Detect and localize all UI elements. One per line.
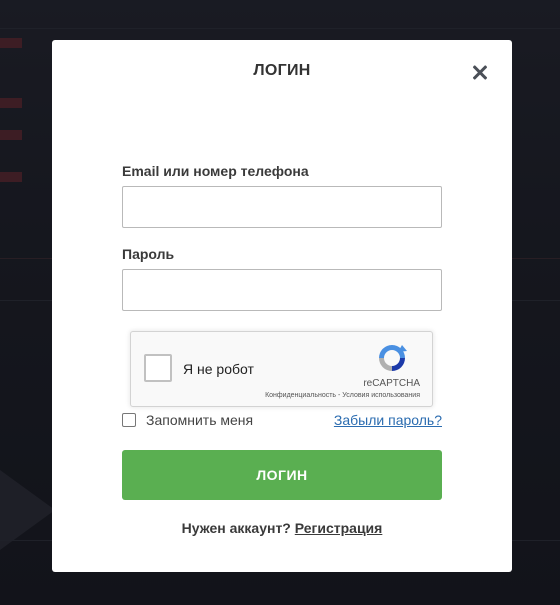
close-icon[interactable] (470, 62, 490, 82)
remember-me-checkbox[interactable] (122, 413, 136, 427)
recaptcha-brand: reCAPTCHA (363, 378, 420, 389)
register-prompt: Нужен аккаунт? Регистрация (52, 520, 512, 536)
recaptcha-terms-link[interactable]: Конфиденциальность - Условия использован… (265, 392, 420, 399)
recaptcha-logo-icon (379, 345, 407, 371)
login-modal: ЛОГИН Email или номер телефона Пароль Я … (52, 40, 512, 572)
register-link[interactable]: Регистрация (295, 520, 383, 536)
login-button[interactable]: ЛОГИН (122, 450, 442, 500)
forgot-password-link[interactable]: Забыли пароль? (334, 412, 442, 428)
recaptcha-widget: Я не робот reCAPTCHA Конфиденциальность … (130, 331, 433, 407)
email-field[interactable] (122, 186, 442, 228)
email-label: Email или номер телефона (122, 163, 309, 179)
remember-me-label[interactable]: Запомнить меня (146, 412, 253, 428)
password-field[interactable] (122, 269, 442, 311)
remember-me: Запомнить меня (122, 412, 253, 428)
password-label: Пароль (122, 246, 175, 262)
register-prompt-text: Нужен аккаунт? (181, 520, 291, 536)
recaptcha-checkbox[interactable] (144, 354, 172, 382)
recaptcha-label: Я не робот (183, 361, 254, 377)
modal-title: ЛОГИН (253, 62, 311, 79)
